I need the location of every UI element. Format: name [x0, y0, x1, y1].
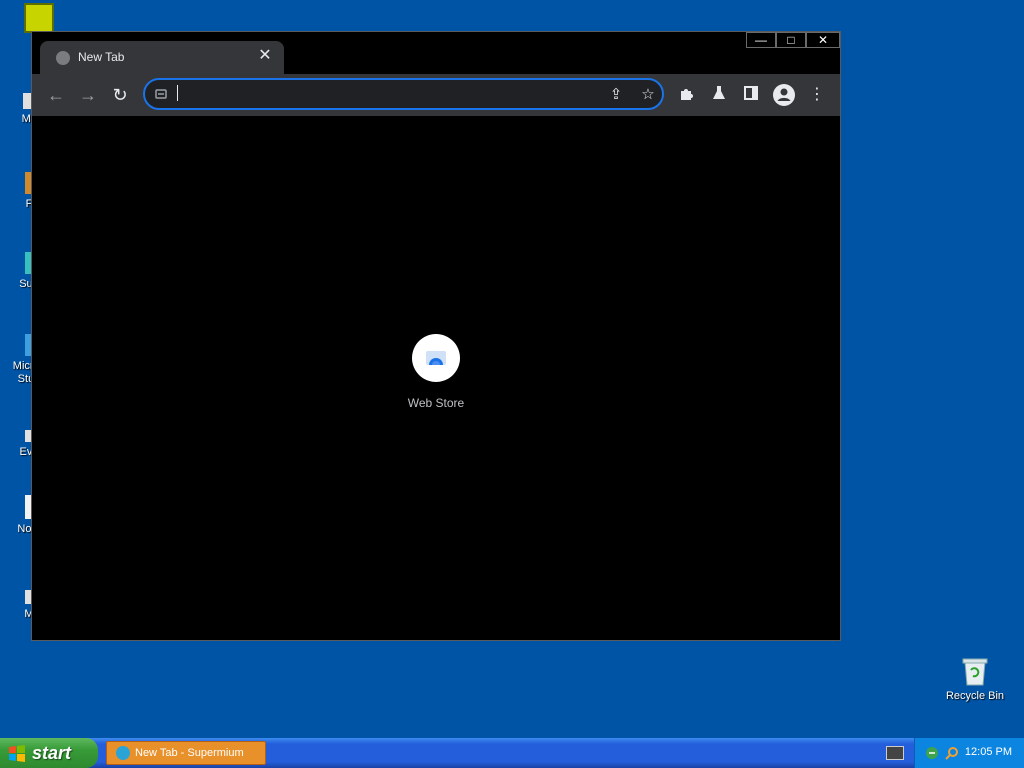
network-icon[interactable]: [925, 746, 939, 760]
reload-icon[interactable]: ↻: [110, 85, 130, 105]
share-icon[interactable]: ⇪: [607, 86, 625, 104]
clock: 12:05 PM: [964, 746, 1012, 758]
shortcut-tile-web-store[interactable]: Web Store: [392, 334, 480, 410]
recycle-bin-label: Recycle Bin: [945, 690, 1005, 702]
recycle-bin-icon: [962, 656, 988, 686]
menu-kebab-icon[interactable]: ⋮: [807, 85, 827, 105]
web-store-icon: [412, 334, 460, 382]
back-icon[interactable]: ←: [46, 85, 66, 105]
close-button[interactable]: ✕: [806, 32, 840, 48]
tab-strip: New Tab ✕ — □ ✕: [32, 32, 840, 74]
browser-window: New Tab ✕ — □ ✕ ← → ↻ ⇪ ☆ ⋮ Web Store: [31, 31, 841, 641]
bookmark-star-icon[interactable]: ☆: [639, 86, 657, 104]
start-label: start: [32, 743, 72, 763]
search-icon[interactable]: [945, 746, 959, 760]
taskbar-item-browser[interactable]: New Tab - Supermium: [106, 741, 266, 765]
globe-icon: [56, 51, 70, 65]
system-tray: 12:05 PM: [914, 738, 1024, 768]
taskbar-item-label: New Tab - Supermium: [135, 747, 244, 759]
windows-logo-icon: [9, 745, 25, 762]
profile-avatar-icon[interactable]: [773, 84, 795, 106]
keyboard-icon[interactable]: [886, 746, 904, 760]
maximize-button[interactable]: □: [776, 32, 806, 48]
shortcut-label: Web Store: [407, 396, 465, 410]
extensions-icon[interactable]: [677, 85, 697, 105]
start-button[interactable]: start: [0, 738, 98, 768]
browser-toolbar: ← → ↻ ⇪ ☆ ⋮: [32, 74, 840, 116]
side-panel-icon[interactable]: [741, 85, 761, 105]
desktop-icon-recycle-bin[interactable]: Recycle Bin: [944, 656, 1006, 702]
forward-icon[interactable]: →: [78, 85, 98, 105]
new-tab-page: Web Store: [32, 116, 840, 640]
text-caret: [177, 85, 178, 101]
outlook-icon: [24, 3, 54, 33]
tab-new-tab[interactable]: New Tab ✕: [40, 41, 284, 74]
minimize-button[interactable]: —: [746, 32, 776, 48]
site-info-icon: [155, 89, 167, 99]
supermium-icon: [116, 746, 130, 760]
tab-title: New Tab: [78, 50, 125, 64]
tab-close-icon[interactable]: ✕: [256, 47, 274, 65]
taskbar: start New Tab - Supermium 12:05 PM: [0, 738, 1024, 768]
address-bar[interactable]: ⇪ ☆: [143, 78, 664, 110]
labs-flask-icon[interactable]: [709, 85, 729, 105]
